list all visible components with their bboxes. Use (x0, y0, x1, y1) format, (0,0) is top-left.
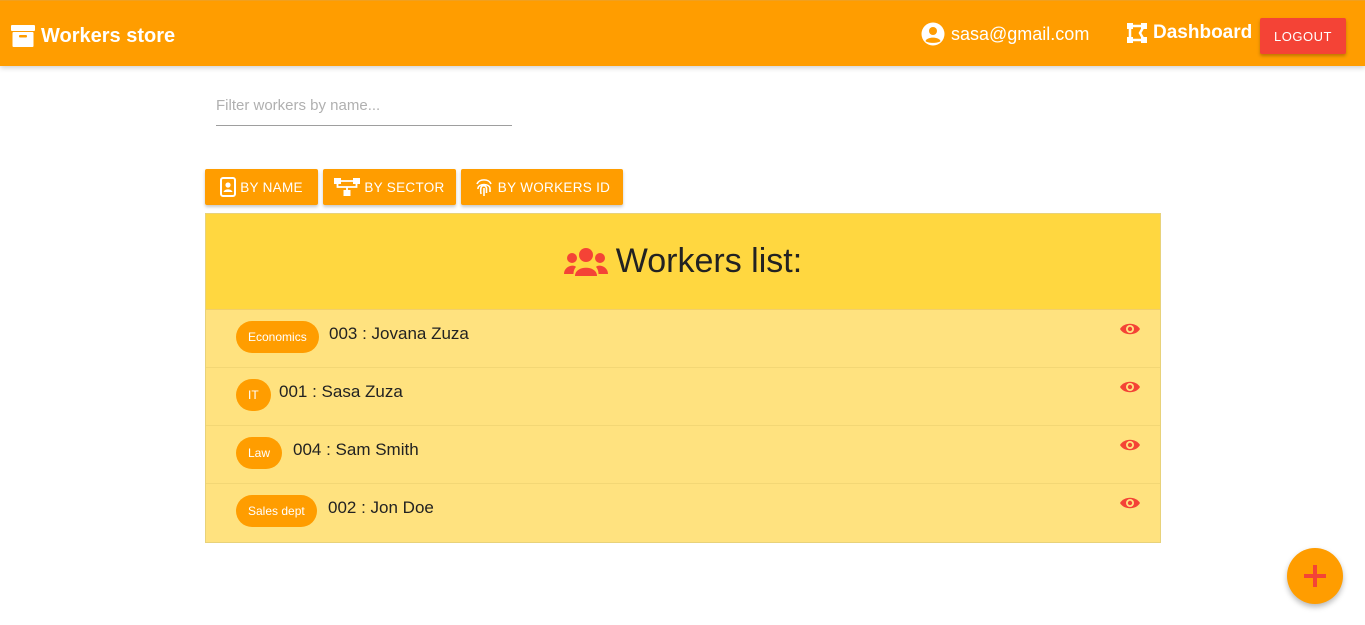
worker-row[interactable]: Economics 003 : Jovana Zuza (206, 310, 1160, 368)
sort-by-workers-id-label: BY WORKERS ID (497, 179, 611, 195)
user-account[interactable]: sasa@gmail.com (921, 22, 1089, 46)
logout-button[interactable]: LOGOUT (1260, 18, 1346, 54)
worker-row[interactable]: IT 001 : Sasa Zuza (206, 368, 1160, 426)
dashboard-label: Dashboard (1153, 22, 1253, 43)
worker-label: 003 : Jovana Zuza (329, 324, 469, 343)
sort-by-workers-id-button[interactable]: BY WORKERS ID (461, 169, 623, 205)
eye-icon[interactable] (1119, 380, 1141, 394)
worker-label: 002 : Jon Doe (328, 498, 434, 517)
workers-list-title: Workers list: (615, 242, 803, 280)
add-worker-button[interactable] (1287, 548, 1343, 604)
sort-by-name-label: BY NAME (240, 179, 303, 195)
sort-by-sector-label: BY SECTOR (364, 179, 445, 195)
sector-chip: IT (236, 379, 271, 411)
workers-list-panel: Workers list: Economics 003 : Jovana Zuz… (205, 213, 1161, 543)
eye-icon[interactable] (1119, 438, 1141, 452)
sector-chip: Law (236, 437, 283, 469)
sort-by-sector-button[interactable]: BY SECTOR (323, 169, 456, 205)
worker-row[interactable]: Sales dept 002 : Jon Doe (206, 484, 1160, 542)
sitemap-icon (334, 178, 361, 196)
plus-icon (1304, 565, 1326, 587)
brand[interactable]: Workers store (11, 21, 175, 51)
eye-icon[interactable] (1119, 496, 1141, 510)
worker-label: 001 : Sasa Zuza (279, 382, 403, 401)
dashboard-icon (1127, 23, 1147, 43)
badge-icon (220, 177, 237, 197)
fingerprint-icon (476, 179, 492, 196)
users-icon (563, 247, 608, 276)
account-circle-icon (921, 22, 945, 46)
sector-chip: Sales dept (236, 495, 317, 527)
workers-list-header: Workers list: (206, 214, 1160, 310)
archive-box-icon (11, 25, 35, 47)
top-navbar: Workers store sasa@gmail.com Dashboard L… (0, 0, 1365, 66)
worker-row[interactable]: Law 004 : Sam Smith (206, 426, 1160, 484)
filter-input[interactable] (216, 86, 512, 126)
worker-label: 004 : Sam Smith (293, 440, 419, 459)
brand-title: Workers store (41, 24, 176, 47)
sort-by-name-button[interactable]: BY NAME (205, 169, 318, 205)
eye-icon[interactable] (1119, 322, 1141, 336)
sector-chip: Economics (236, 321, 319, 353)
dashboard-link[interactable]: Dashboard (1126, 22, 1252, 44)
user-email: sasa@gmail.com (951, 23, 1090, 44)
